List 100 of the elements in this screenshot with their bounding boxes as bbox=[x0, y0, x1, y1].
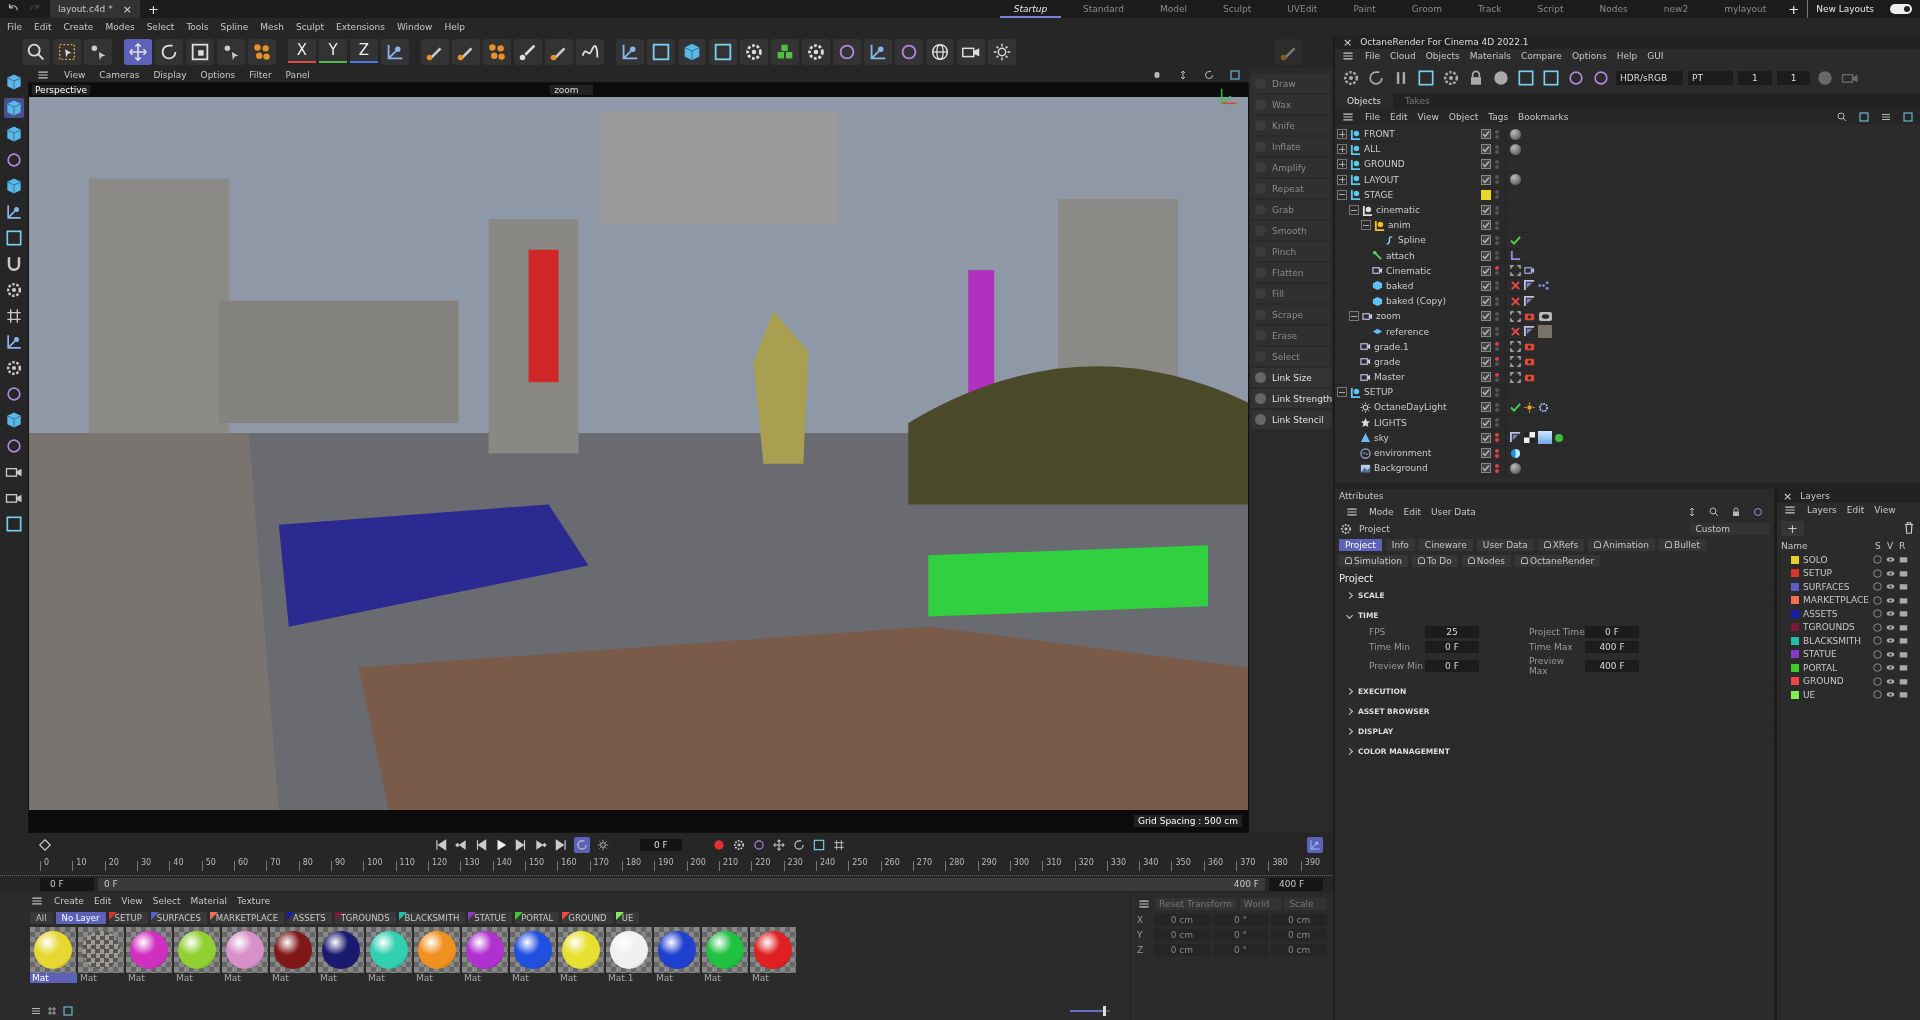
value-field[interactable]: 400 F bbox=[1585, 641, 1639, 653]
layer-filter-tab[interactable]: No Layer bbox=[55, 912, 106, 924]
menu-item[interactable]: Extensions bbox=[336, 21, 385, 32]
enable-checkbox[interactable] bbox=[1481, 326, 1491, 337]
enable-checkbox[interactable] bbox=[1481, 356, 1491, 367]
layout-tab[interactable]: Startup bbox=[999, 0, 1062, 18]
value-field[interactable]: 0 F bbox=[1425, 660, 1479, 672]
previous-frame-icon[interactable] bbox=[474, 838, 488, 852]
material-swatch[interactable]: Mat bbox=[174, 927, 221, 983]
menu-item[interactable]: Material bbox=[190, 896, 228, 906]
layer-filter-tab[interactable]: STATUE bbox=[468, 912, 513, 924]
layer-name[interactable]: TGROUNDS bbox=[1803, 622, 1869, 633]
menu-item[interactable]: File bbox=[7, 21, 23, 32]
eye-icon[interactable] bbox=[1886, 663, 1895, 673]
visibility-dots[interactable] bbox=[1495, 342, 1499, 352]
menu-item[interactable]: File bbox=[1365, 51, 1381, 61]
layer-filter-tab[interactable]: ASSETS bbox=[287, 912, 332, 924]
range-slider[interactable]: 0 F 400 F bbox=[98, 877, 1265, 891]
color-space-dropdown[interactable]: HDR/sRGB bbox=[1616, 71, 1684, 85]
object-name[interactable]: Background bbox=[1374, 463, 1428, 474]
menu-item[interactable]: Edit bbox=[1403, 507, 1421, 517]
attribute-tab[interactable]: Cineware bbox=[1418, 539, 1473, 551]
file-tab[interactable]: layout.c4d * × bbox=[50, 0, 140, 18]
sculpt-tool-button[interactable]: Link Stencil bbox=[1251, 410, 1331, 429]
object-name[interactable]: Cinematic bbox=[1386, 265, 1432, 276]
visibility-dots[interactable] bbox=[1495, 251, 1499, 261]
menu-item[interactable]: Bookmarks bbox=[1518, 112, 1569, 122]
enable-checkbox[interactable] bbox=[1481, 220, 1491, 231]
visibility-dots[interactable] bbox=[1495, 448, 1499, 458]
enable-checkbox[interactable] bbox=[1481, 402, 1491, 413]
menu-item[interactable]: Edit bbox=[34, 21, 52, 32]
value-field[interactable]: 400 F bbox=[1585, 660, 1639, 672]
visibility-dots[interactable] bbox=[1495, 372, 1499, 382]
first-frame-icon[interactable] bbox=[434, 838, 448, 852]
next-key-icon[interactable] bbox=[534, 838, 548, 852]
eye-icon[interactable] bbox=[1886, 649, 1895, 659]
enable-checkbox[interactable] bbox=[1481, 205, 1491, 216]
object-name[interactable]: ALL bbox=[1364, 144, 1381, 155]
layer-name[interactable]: UE bbox=[1803, 689, 1869, 700]
menu-item[interactable]: Objects bbox=[1425, 51, 1460, 61]
enable-checkbox[interactable] bbox=[1481, 250, 1491, 261]
material-swatch[interactable]: Mat bbox=[78, 927, 125, 983]
menu-item[interactable]: Cameras bbox=[99, 70, 140, 80]
material-swatch[interactable]: Mat bbox=[654, 927, 701, 983]
sculpt-tool-button[interactable]: Link Strength bbox=[1251, 389, 1331, 408]
axis-lock-button[interactable]: Y bbox=[319, 38, 347, 63]
layer-filter-tab[interactable]: UE bbox=[615, 912, 640, 924]
attribute-tab[interactable]: Simulation bbox=[1339, 555, 1408, 567]
visibility-dots[interactable] bbox=[1495, 463, 1499, 473]
visibility-dots[interactable] bbox=[1495, 159, 1499, 169]
layer-name[interactable]: SOLO bbox=[1803, 554, 1869, 565]
close-button[interactable]: × bbox=[1783, 489, 1793, 503]
layer-filter-tab[interactable]: SURFACES bbox=[150, 912, 207, 924]
visibility-dots[interactable] bbox=[1495, 144, 1499, 154]
layout-tab[interactable]: new2 bbox=[1649, 0, 1703, 18]
menu-item[interactable]: Select bbox=[152, 896, 181, 906]
menu-item[interactable]: Texture bbox=[237, 896, 270, 906]
attribute-tab[interactable]: User Data bbox=[1476, 539, 1534, 551]
axis-lock-button[interactable]: X bbox=[288, 38, 316, 63]
record-icon[interactable] bbox=[711, 838, 726, 852]
panel-tab[interactable]: Takes bbox=[1393, 93, 1442, 109]
layout-tab[interactable]: Paint bbox=[1339, 0, 1390, 18]
object-name[interactable]: STAGE bbox=[1364, 189, 1394, 200]
menu-item[interactable]: GUI bbox=[1647, 51, 1664, 61]
axis-lock-button[interactable]: Z bbox=[350, 38, 378, 63]
enable-checkbox[interactable] bbox=[1481, 144, 1491, 155]
enable-checkbox[interactable] bbox=[1481, 372, 1491, 383]
object-name[interactable]: anim bbox=[1388, 220, 1411, 231]
menu-item[interactable]: Layers bbox=[1807, 505, 1837, 515]
menu-item[interactable]: Edit bbox=[93, 896, 112, 906]
object-name[interactable]: sky bbox=[1374, 432, 1389, 443]
menu-item[interactable]: Select bbox=[146, 21, 175, 32]
material-swatch[interactable]: Mat bbox=[222, 927, 269, 983]
collapse-toggle[interactable] bbox=[1361, 220, 1371, 231]
object-name[interactable]: FRONT bbox=[1364, 129, 1395, 140]
add-layer-button[interactable]: + bbox=[1781, 520, 1804, 536]
material-swatch[interactable]: Mat bbox=[30, 927, 77, 983]
layout-tab[interactable]: Nodes bbox=[1585, 0, 1642, 18]
eye-icon[interactable] bbox=[1886, 609, 1895, 619]
layer-filter-tab[interactable]: PORTAL bbox=[515, 912, 560, 924]
enable-checkbox[interactable] bbox=[1481, 129, 1491, 140]
visibility-dots[interactable] bbox=[1495, 235, 1499, 245]
menu-item[interactable]: File bbox=[1365, 112, 1381, 122]
start-frame-field[interactable]: 0 F bbox=[40, 877, 94, 891]
menu-item[interactable]: Create bbox=[63, 21, 94, 32]
eye-icon[interactable] bbox=[1886, 555, 1895, 565]
menu-item[interactable]: Options bbox=[200, 70, 236, 80]
menu-item[interactable]: Mode bbox=[1369, 507, 1394, 517]
attribute-tab[interactable]: To Do bbox=[1411, 555, 1458, 567]
diamond-icon[interactable] bbox=[38, 838, 52, 852]
collapse-toggle[interactable] bbox=[1349, 311, 1359, 322]
layer-filter-tab[interactable]: All bbox=[30, 912, 53, 924]
position-field[interactable]: 0 cm bbox=[1154, 914, 1210, 926]
object-name[interactable]: cinematic bbox=[1376, 205, 1420, 216]
menu-item[interactable]: User Data bbox=[1430, 507, 1476, 517]
material-swatch[interactable]: Mat.1 bbox=[606, 927, 653, 983]
value-field[interactable]: 0 F bbox=[1425, 641, 1479, 653]
collapse-toggle[interactable] bbox=[1337, 387, 1347, 398]
object-name[interactable]: Master bbox=[1374, 372, 1405, 383]
rotation-field[interactable]: 0 ° bbox=[1212, 914, 1269, 926]
